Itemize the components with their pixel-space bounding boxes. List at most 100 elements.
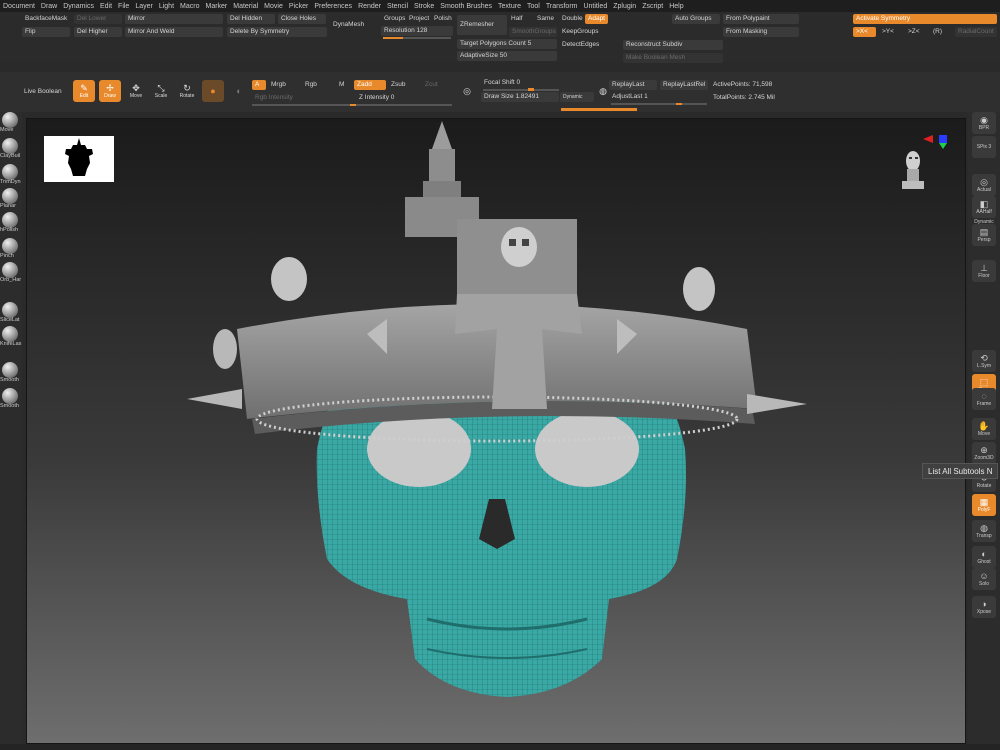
- menu-item-zplugin[interactable]: Zplugin: [610, 3, 639, 10]
- del-hidden-button[interactable]: Del Hidden: [227, 14, 275, 24]
- delete-by-symmetry-button[interactable]: Delete By Symmetry: [227, 27, 327, 37]
- a-toggle[interactable]: A: [252, 80, 266, 90]
- smooth-groups-button[interactable]: SmoothGroups: [509, 27, 557, 37]
- focal-shift-slider[interactable]: Focal Shift 0: [481, 78, 523, 88]
- sym-x-button[interactable]: >X<: [853, 27, 876, 37]
- menu-item-macro[interactable]: Macro: [177, 3, 202, 10]
- menu-item-untitled[interactable]: Untitled: [580, 3, 610, 10]
- focal-sphere-icon[interactable]: ◎: [458, 80, 476, 102]
- material-swatch[interactable]: ●: [202, 80, 224, 102]
- menu-item-file[interactable]: File: [115, 3, 132, 10]
- mrgb-toggle[interactable]: Mrgb: [268, 80, 289, 90]
- tool-floor[interactable]: ⊥ Floor: [972, 260, 996, 282]
- sculpt-model[interactable]: [27, 119, 966, 744]
- menu-item-movie[interactable]: Movie: [261, 3, 286, 10]
- menu-item-texture[interactable]: Texture: [495, 3, 524, 10]
- project-toggle[interactable]: Project: [406, 14, 432, 24]
- tool-frame[interactable]: ◌ Frame: [972, 388, 996, 410]
- tool-polyf[interactable]: ▦ PolyF: [972, 494, 996, 516]
- brush-smooth[interactable]: Smooth: [0, 388, 22, 414]
- sym-radial-button[interactable]: (R): [930, 27, 945, 37]
- sym-y-button[interactable]: >Y<: [879, 27, 897, 37]
- tool-ghost[interactable]: ◐ Ghost: [972, 546, 996, 568]
- brush-knifelas[interactable]: KnifeLas: [0, 326, 22, 352]
- menu-item-draw[interactable]: Draw: [38, 3, 60, 10]
- tool-move[interactable]: ✋ Move: [972, 418, 996, 440]
- backface-mask-button[interactable]: BackfaceMask: [22, 14, 70, 24]
- keep-groups-toggle[interactable]: KeepGroups: [559, 27, 602, 37]
- dynamic-persp-toggle[interactable]: Dynamic: [972, 218, 996, 226]
- menu-item-stroke[interactable]: Stroke: [411, 3, 437, 10]
- mirror-weld-button[interactable]: Mirror And Weld: [125, 27, 223, 37]
- brush-slicelat[interactable]: SliceLat: [0, 302, 22, 328]
- menu-item-marker[interactable]: Marker: [202, 3, 230, 10]
- tool-l-sym[interactable]: ⟲ L.Sym: [972, 350, 996, 372]
- menu-item-picker[interactable]: Picker: [286, 3, 311, 10]
- menu-item-document[interactable]: Document: [0, 3, 38, 10]
- reconstruct-subdiv-button[interactable]: Reconstruct Subdiv: [623, 40, 723, 50]
- texture-swatch[interactable]: ◐: [228, 80, 250, 102]
- same-button[interactable]: Same: [534, 14, 557, 24]
- viewport-canvas[interactable]: [26, 118, 966, 744]
- tool-solo[interactable]: ☺ Solo: [972, 568, 996, 590]
- make-boolean-mesh-button[interactable]: Make Boolean Mesh: [623, 53, 723, 63]
- del-higher-button[interactable]: Del Higher: [74, 27, 122, 37]
- menu-item-transform[interactable]: Transform: [543, 3, 581, 10]
- m-toggle[interactable]: M: [336, 80, 347, 90]
- brush-trimdyn[interactable]: TrimDyn: [0, 164, 22, 190]
- adapt-button[interactable]: Adapt: [585, 14, 608, 24]
- del-lower-button[interactable]: Del Lower: [74, 14, 122, 24]
- edit-button[interactable]: ✎ Edit: [73, 80, 95, 102]
- brush-orb-har[interactable]: Orb_Har: [0, 262, 22, 288]
- tool-aahalf[interactable]: ◧ AAHalf: [972, 196, 996, 218]
- replay-last-button[interactable]: ReplayLast: [609, 80, 657, 90]
- move-button[interactable]: ✥ Move: [125, 80, 147, 102]
- menu-item-stencil[interactable]: Stencil: [384, 3, 411, 10]
- sym-z-button[interactable]: >Z<: [905, 27, 923, 37]
- rgb-intensity-slider[interactable]: Rgb Intensity: [252, 93, 296, 103]
- zcut-toggle[interactable]: Zcut: [422, 80, 441, 90]
- from-masking-button[interactable]: From Masking: [723, 27, 799, 37]
- brush-pinch[interactable]: Pinch: [0, 238, 22, 264]
- menu-item-zscript[interactable]: Zscript: [639, 3, 666, 10]
- activate-symmetry-button[interactable]: Activate Symmetry: [853, 14, 997, 24]
- draw-size-slider[interactable]: Draw Size 1.82491: [481, 92, 559, 102]
- zsub-toggle[interactable]: Zsub: [388, 80, 408, 90]
- adaptive-size-slider[interactable]: AdaptiveSize 50: [457, 51, 557, 61]
- from-polypaint-button[interactable]: From Polypaint: [723, 14, 799, 24]
- tool-actual[interactable]: ◎ Actual: [972, 174, 996, 196]
- groups-toggle[interactable]: Groups: [381, 14, 408, 24]
- menu-item-light[interactable]: Light: [156, 3, 177, 10]
- menu-item-dynamics[interactable]: Dynamics: [60, 3, 97, 10]
- radial-count-slider[interactable]: RadialCount: [955, 27, 997, 37]
- replay-last-rel-button[interactable]: ReplayLastRel: [660, 80, 708, 90]
- scale-button[interactable]: ⤡ Scale: [150, 80, 172, 102]
- tool-transp[interactable]: ◍ Transp: [972, 520, 996, 542]
- auto-groups-button[interactable]: Auto Groups: [672, 14, 720, 24]
- tool-persp[interactable]: ▤ Persp: [972, 224, 996, 246]
- resolution-slider[interactable]: Resolution 128: [381, 26, 453, 36]
- adjust-last-slider[interactable]: AdjustLast 1: [609, 92, 651, 102]
- zremesher-button[interactable]: ZRemesher: [457, 15, 507, 35]
- detect-edges-toggle[interactable]: DetectEdges: [559, 40, 602, 50]
- zadd-toggle[interactable]: Zadd: [354, 80, 386, 90]
- menu-item-tool[interactable]: Tool: [524, 3, 543, 10]
- half-button[interactable]: Half: [508, 14, 526, 24]
- double-button[interactable]: Double: [559, 14, 586, 24]
- menu-item-smooth-brushes[interactable]: Smooth Brushes: [437, 3, 495, 10]
- rotate-button[interactable]: ↻ Rotate: [176, 80, 198, 102]
- target-polygons-slider[interactable]: Target Polygons Count 5: [457, 39, 557, 49]
- dynamic-toggle[interactable]: Dynamic: [560, 92, 594, 102]
- brush-planar[interactable]: Planar: [0, 188, 22, 214]
- flip-button[interactable]: Flip: [22, 27, 70, 37]
- menu-item-render[interactable]: Render: [355, 3, 384, 10]
- tool-bpr[interactable]: ◉ BPR: [972, 112, 996, 134]
- menu-item-edit[interactable]: Edit: [97, 3, 115, 10]
- draw-button[interactable]: ✢ Draw: [99, 80, 121, 102]
- tool-spix-3[interactable]: SPix 3: [972, 136, 996, 158]
- menu-item-material[interactable]: Material: [230, 3, 261, 10]
- z-intensity-slider[interactable]: Z Intensity 0: [356, 93, 397, 103]
- menu-item-layer[interactable]: Layer: [132, 3, 156, 10]
- brush-smooth[interactable]: Smooth: [0, 362, 22, 388]
- dynamesh-button[interactable]: DynaMesh: [330, 20, 367, 30]
